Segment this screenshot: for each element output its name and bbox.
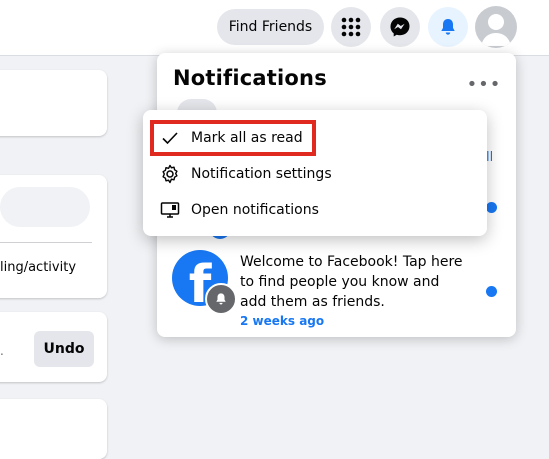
left-feed-card-top: [0, 70, 107, 136]
bell-badge-icon: [205, 283, 237, 315]
left-card-activity-text: ling/activity: [0, 260, 77, 275]
notifications-more-button[interactable]: •••: [466, 66, 502, 102]
bell-icon: [441, 19, 455, 35]
left-card-input[interactable]: [0, 187, 90, 227]
menu-button[interactable]: [331, 7, 371, 47]
highlight-box: [150, 120, 316, 156]
notification-settings-label: Notification settings: [191, 166, 332, 182]
unread-dot: [486, 202, 497, 213]
undo-button[interactable]: Undo: [34, 331, 94, 367]
menu-grid-icon: [341, 17, 361, 37]
messenger-icon: [390, 17, 410, 37]
top-navigation-bar: Find Friends: [0, 0, 549, 56]
left-card-trailing-text: .: [0, 344, 4, 358]
notifications-title: Notifications: [173, 66, 327, 90]
notification-time: 2 weeks ago: [240, 314, 325, 328]
left-feed-card-undo: . Undo: [0, 312, 107, 382]
messenger-button[interactable]: [380, 7, 420, 47]
find-friends-button[interactable]: Find Friends: [217, 9, 324, 45]
see-all-link[interactable]: ll: [486, 150, 493, 165]
gear-icon: [159, 163, 181, 185]
open-notifications-item[interactable]: Open notifications: [151, 192, 479, 228]
bell-icon: [216, 293, 226, 305]
notifications-button[interactable]: [428, 7, 468, 47]
unread-dot: [486, 286, 497, 297]
profile-avatar[interactable]: [475, 6, 517, 48]
more-options-icon: •••: [466, 73, 502, 95]
monitor-icon: [159, 199, 181, 221]
notification-settings-item[interactable]: Notification settings: [151, 156, 479, 192]
default-user-icon: [481, 14, 511, 46]
open-notifications-label: Open notifications: [191, 202, 319, 218]
left-feed-card-middle: ling/activity: [0, 175, 107, 298]
left-card-divider: [0, 242, 92, 243]
notification-text: Welcome to Facebook! Tap here to find pe…: [240, 254, 463, 310]
left-feed-card-bottom: [0, 399, 107, 459]
